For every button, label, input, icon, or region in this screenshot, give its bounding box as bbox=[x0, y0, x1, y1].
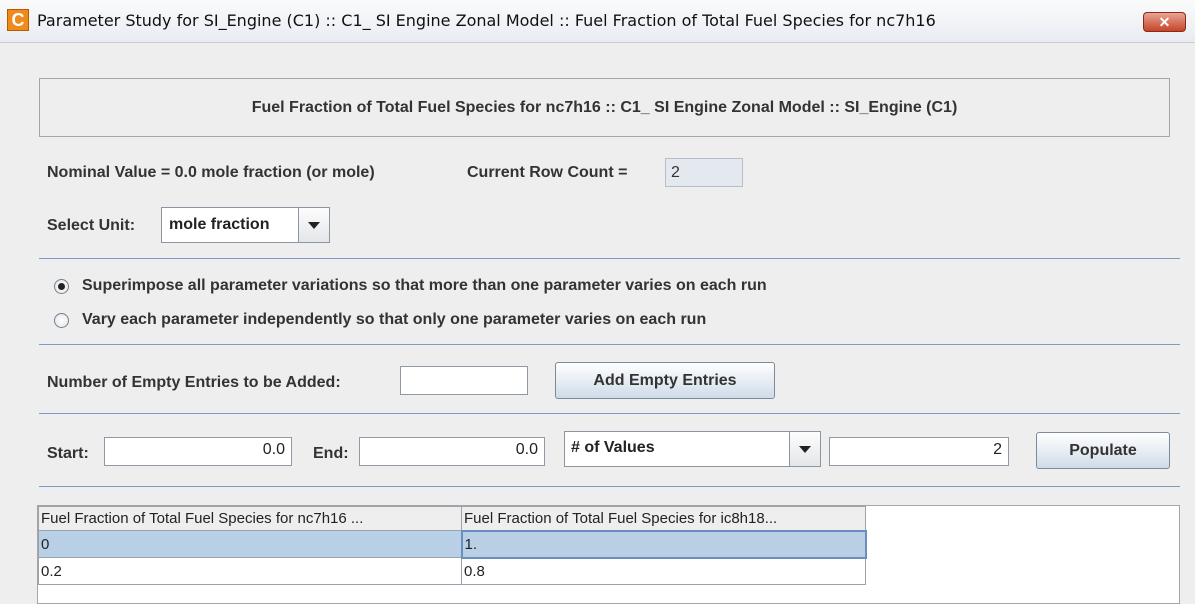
empty-entries-label: Number of Empty Entries to be Added: bbox=[47, 374, 341, 391]
superimpose-label[interactable]: Superimpose all parameter variations so … bbox=[82, 277, 767, 295]
table-header: Fuel Fraction of Total Fuel Species for … bbox=[38, 506, 866, 531]
chevron-down-icon[interactable] bbox=[789, 432, 820, 466]
separator bbox=[39, 344, 1180, 345]
separator bbox=[39, 258, 1180, 259]
separator bbox=[39, 413, 1180, 414]
populate-button[interactable]: Populate bbox=[1036, 432, 1170, 469]
table-cell[interactable]: 0.8 bbox=[461, 557, 866, 585]
unit-select-value: mole fraction bbox=[169, 216, 270, 233]
row-count-field: 2 bbox=[665, 158, 743, 187]
unit-select[interactable]: mole fraction bbox=[161, 207, 330, 243]
empty-entries-input[interactable] bbox=[400, 366, 528, 395]
nominal-value-label: Nominal Value = 0.0 mole fraction (or mo… bbox=[47, 164, 375, 181]
independent-label[interactable]: Vary each parameter independently so tha… bbox=[82, 311, 706, 329]
table-cell[interactable]: 0 bbox=[38, 530, 462, 558]
superimpose-radio[interactable] bbox=[54, 279, 69, 294]
select-unit-label: Select Unit: bbox=[47, 217, 136, 234]
values-mode-select[interactable]: # of Values bbox=[564, 431, 821, 467]
add-empty-entries-button[interactable]: Add Empty Entries bbox=[555, 362, 775, 399]
start-input[interactable]: 0.0 bbox=[104, 437, 292, 466]
table-row[interactable]: 0.2 0.8 bbox=[38, 557, 866, 585]
column-header-nc7h16[interactable]: Fuel Fraction of Total Fuel Species for … bbox=[38, 506, 462, 531]
row-count-label: Current Row Count = bbox=[467, 164, 628, 181]
table-cell[interactable]: 1. bbox=[460, 529, 867, 559]
table-row[interactable]: 0 1. bbox=[38, 529, 867, 559]
chevron-down-icon[interactable] bbox=[298, 208, 329, 242]
table-cell[interactable]: 0.2 bbox=[38, 557, 462, 585]
window-title: Parameter Study for SI_Engine (C1) :: C1… bbox=[37, 11, 936, 30]
column-header-ic8h18[interactable]: Fuel Fraction of Total Fuel Species for … bbox=[461, 506, 866, 531]
parameter-heading: Fuel Fraction of Total Fuel Species for … bbox=[39, 78, 1170, 137]
end-input[interactable]: 0.0 bbox=[359, 437, 545, 466]
separator bbox=[39, 486, 1180, 487]
value-count-input[interactable]: 2 bbox=[829, 437, 1009, 466]
values-mode-value: # of Values bbox=[571, 439, 655, 456]
close-icon[interactable]: ✕ bbox=[1143, 12, 1186, 32]
values-table: Fuel Fraction of Total Fuel Species for … bbox=[38, 506, 867, 585]
independent-radio[interactable] bbox=[54, 313, 69, 328]
app-icon: C bbox=[7, 9, 29, 31]
values-table-area: Fuel Fraction of Total Fuel Species for … bbox=[37, 505, 1180, 604]
start-label: Start: bbox=[47, 445, 89, 462]
window-titlebar: C Parameter Study for SI_Engine (C1) :: … bbox=[0, 0, 1195, 43]
end-label: End: bbox=[313, 445, 349, 462]
